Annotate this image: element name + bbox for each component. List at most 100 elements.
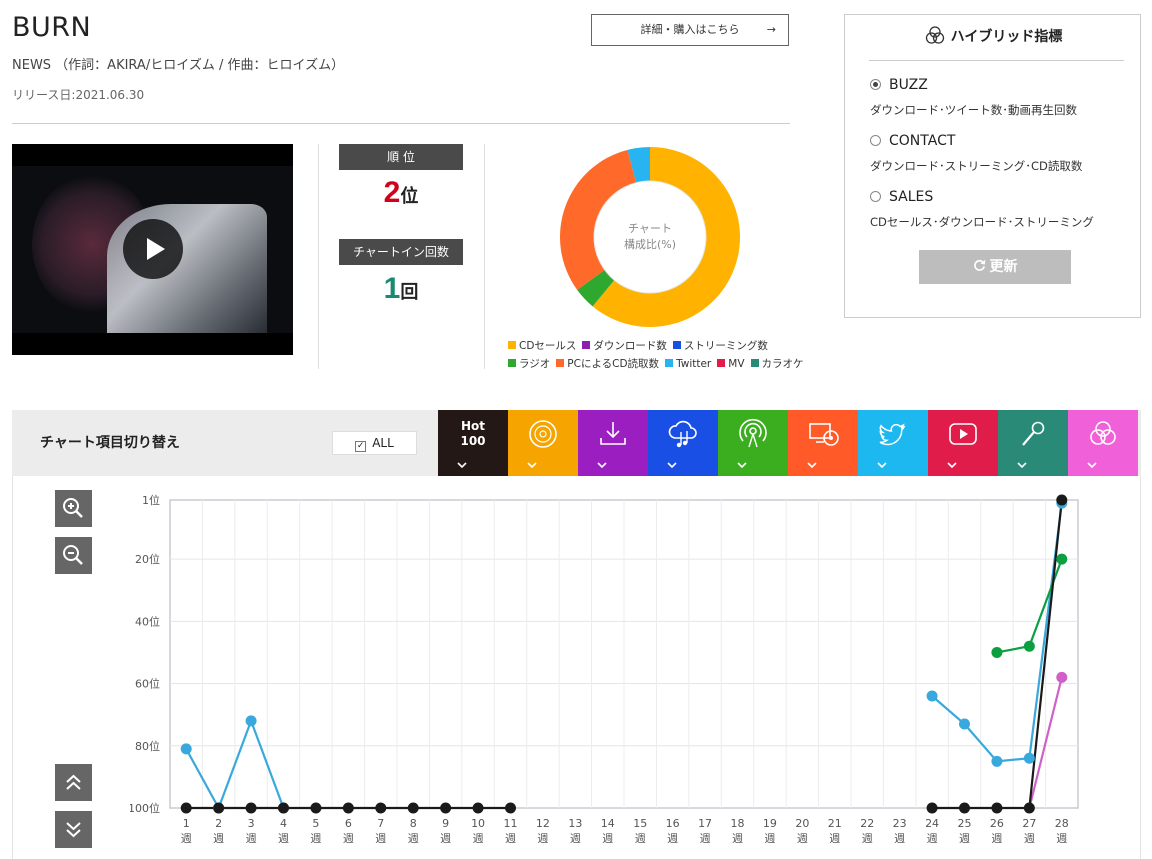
data-point[interactable] (959, 802, 970, 814)
data-point[interactable] (1056, 494, 1068, 506)
x-tick-label: 12 (536, 817, 550, 830)
rank-number: 2 (383, 176, 401, 209)
streaming-icon (668, 420, 697, 448)
tab-download[interactable] (578, 410, 648, 476)
refresh-icon (973, 259, 985, 271)
tab-pc-cd[interactable] (788, 410, 858, 476)
data-point[interactable] (1023, 802, 1035, 814)
data-point[interactable] (180, 802, 192, 814)
rank-unit: 位 (400, 186, 419, 207)
data-point[interactable] (926, 802, 938, 814)
data-point[interactable] (991, 755, 1003, 767)
legend-item: ダウンロード数 (582, 337, 667, 355)
song-title: BURN (12, 12, 92, 43)
radio-sales-label: SALES (889, 189, 934, 205)
data-point[interactable] (342, 802, 354, 814)
play-icon[interactable] (123, 219, 183, 279)
tab-streaming[interactable] (648, 410, 718, 476)
sales-desc: CDセールス･ダウンロード･ストリーミング (870, 215, 1094, 229)
x-tick-label: 10 (471, 817, 485, 830)
data-point[interactable] (991, 646, 1003, 658)
x-tick-label: 20 (795, 817, 809, 830)
toolbar-title: チャート項目切り替え (40, 435, 180, 451)
data-point[interactable] (440, 802, 452, 814)
x-tick-unit: 週 (278, 832, 289, 845)
legend-label: PCによるCD読取数 (567, 358, 660, 370)
x-tick-label: 26 (990, 817, 1004, 830)
data-point[interactable] (278, 802, 289, 814)
legend-item: CDセールス (508, 337, 576, 355)
data-point[interactable] (407, 802, 419, 814)
x-tick-label: 4 (280, 817, 287, 830)
arrow-right-icon: → (766, 23, 776, 36)
x-tick-unit: 週 (862, 832, 873, 845)
radio-sales[interactable]: SALES (870, 189, 933, 205)
contact-desc: ダウンロード･ストリーミング･CD読取数 (870, 159, 1083, 173)
data-point[interactable] (245, 715, 257, 727)
x-tick-unit: 週 (700, 832, 711, 845)
data-point[interactable] (1023, 752, 1035, 764)
legend-swatch (582, 341, 591, 349)
legend-swatch (672, 341, 681, 349)
composition-donut-chart: チャート 構成比(%) (560, 147, 740, 327)
legend-swatch (508, 341, 516, 349)
data-point[interactable] (213, 802, 225, 814)
detail-purchase-label: 詳細・購入はこちら (640, 23, 740, 36)
data-point[interactable] (180, 743, 192, 755)
tab-radio[interactable] (718, 410, 788, 476)
data-point[interactable] (926, 690, 938, 702)
tab-karaoke[interactable] (998, 410, 1068, 476)
legend-label: ダウンロード数 (593, 340, 667, 352)
data-point[interactable] (1056, 553, 1068, 565)
detail-purchase-button[interactable]: 詳細・購入はこちら → (591, 14, 789, 46)
scroll-bottom-button[interactable] (55, 811, 92, 848)
radio-buzz[interactable]: BUZZ (870, 77, 928, 93)
data-point[interactable] (472, 802, 484, 814)
x-tick-unit: 週 (343, 832, 354, 845)
x-tick-unit: 週 (537, 832, 548, 845)
chartin-value: 1回 (339, 272, 463, 306)
rank-history-chart: 1位 20位 40位 60位 80位 100位 1 週 2 週 3 週 4 週 5 週 6 週 7 週 8 週 9 週 10 週… (130, 493, 1079, 845)
data-point[interactable] (375, 802, 387, 814)
legend-item: PCによるCD読取数 (556, 355, 659, 373)
update-button[interactable]: 更新 (919, 250, 1071, 284)
data-point[interactable] (505, 802, 516, 814)
double-chevron-up-icon (66, 774, 81, 790)
chartin-number: 1 (383, 272, 401, 305)
y-tick-label: 100位 (130, 801, 160, 815)
chartin-label: チャートイン回数 (339, 239, 463, 265)
tab-cd[interactable] (508, 410, 578, 476)
x-tick-unit: 週 (310, 832, 321, 845)
buzz-desc: ダウンロード･ツイート数･動画再生回数 (870, 103, 1077, 117)
radio-buzz-label: BUZZ (889, 77, 928, 93)
zoom-out-button[interactable] (55, 537, 92, 574)
legend-item: MV (717, 355, 745, 373)
data-point[interactable] (991, 802, 1003, 814)
data-point[interactable] (245, 802, 257, 814)
x-tick-unit: 週 (505, 832, 516, 845)
x-tick-label: 18 (731, 817, 745, 830)
all-checkbox[interactable]: ✓ ALL (332, 431, 417, 455)
radio-contact[interactable]: CONTACT (870, 133, 955, 149)
data-point[interactable] (1023, 640, 1035, 652)
scroll-top-button[interactable] (55, 764, 92, 801)
data-point[interactable] (1056, 671, 1068, 683)
x-tick-label: 28 (1055, 817, 1069, 830)
tab-youtube[interactable] (928, 410, 998, 476)
x-tick-unit: 週 (1024, 832, 1035, 845)
youtube-icon (949, 423, 977, 445)
x-tick-unit: 週 (927, 832, 938, 845)
data-point[interactable] (959, 718, 970, 730)
data-point[interactable] (310, 802, 322, 814)
checkbox-icon: ✓ (355, 441, 367, 452)
tab-hybrid[interactable] (1068, 410, 1138, 476)
tab-hot100[interactable]: Hot 100 (438, 410, 508, 476)
x-tick-label: 6 (345, 817, 352, 830)
tab-twitter[interactable] (858, 410, 928, 476)
x-tick-unit: 週 (375, 832, 386, 845)
x-tick-label: 19 (763, 817, 777, 830)
video-thumbnail[interactable] (12, 144, 293, 355)
zoom-in-button[interactable] (55, 490, 92, 527)
x-tick-label: 11 (504, 817, 518, 830)
download-icon (600, 422, 626, 445)
